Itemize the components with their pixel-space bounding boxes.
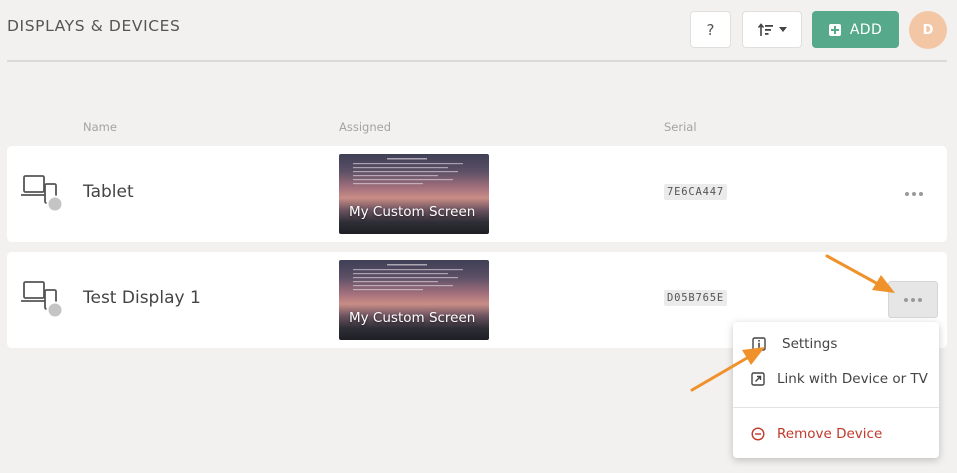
assigned-screen-thumbnail[interactable]: My Custom Screen [339, 154, 489, 234]
external-link-icon [751, 372, 765, 386]
avatar[interactable]: D [909, 11, 947, 49]
device-name[interactable]: Tablet [83, 182, 134, 202]
plus-icon [828, 23, 841, 36]
menu-item-settings[interactable]: Settings [752, 336, 837, 352]
ellipsis-icon [904, 297, 922, 302]
serial-badge: 7E6CA447 [664, 184, 727, 200]
header-divider [7, 60, 947, 62]
assigned-screen-thumbnail[interactable]: My Custom Screen [339, 260, 489, 340]
add-button[interactable]: ADD [812, 11, 899, 48]
device-icon [21, 175, 64, 213]
help-button[interactable]: ? [690, 11, 731, 48]
column-header-assigned: Assigned [339, 120, 392, 134]
menu-item-label: Settings [782, 336, 838, 352]
column-header-name: Name [83, 120, 117, 134]
table-row[interactable]: Tablet My Custom Screen 7E6CA447 [7, 146, 947, 242]
menu-item-link-device[interactable]: Link with Device or TV [751, 371, 928, 387]
more-options-button[interactable] [888, 281, 938, 318]
device-options-menu: Settings Link with Device or TV Remove D… [733, 322, 939, 458]
sort-button[interactable] [742, 11, 802, 48]
serial-badge: D05B765E [664, 290, 727, 306]
assigned-screen-label: My Custom Screen [349, 204, 476, 220]
caret-down-icon [778, 27, 787, 32]
menu-item-label: Remove Device [777, 426, 883, 442]
column-header-serial: Serial [664, 120, 697, 134]
menu-item-remove-device[interactable]: Remove Device [751, 426, 882, 442]
add-button-label: ADD [849, 21, 883, 38]
assigned-screen-label: My Custom Screen [349, 310, 476, 326]
page-title: DISPLAYS & DEVICES [7, 17, 181, 35]
thumbnail-preview-lines [353, 158, 463, 185]
info-icon [752, 337, 766, 351]
ellipsis-icon [905, 191, 923, 196]
thumbnail-preview-lines [353, 264, 463, 291]
minus-circle-icon [751, 427, 765, 441]
menu-divider [733, 407, 939, 408]
more-options-button[interactable] [889, 175, 939, 212]
sort-icon [757, 22, 773, 36]
device-name[interactable]: Test Display 1 [83, 288, 201, 308]
menu-item-label: Link with Device or TV [777, 371, 928, 387]
device-icon [21, 281, 64, 319]
